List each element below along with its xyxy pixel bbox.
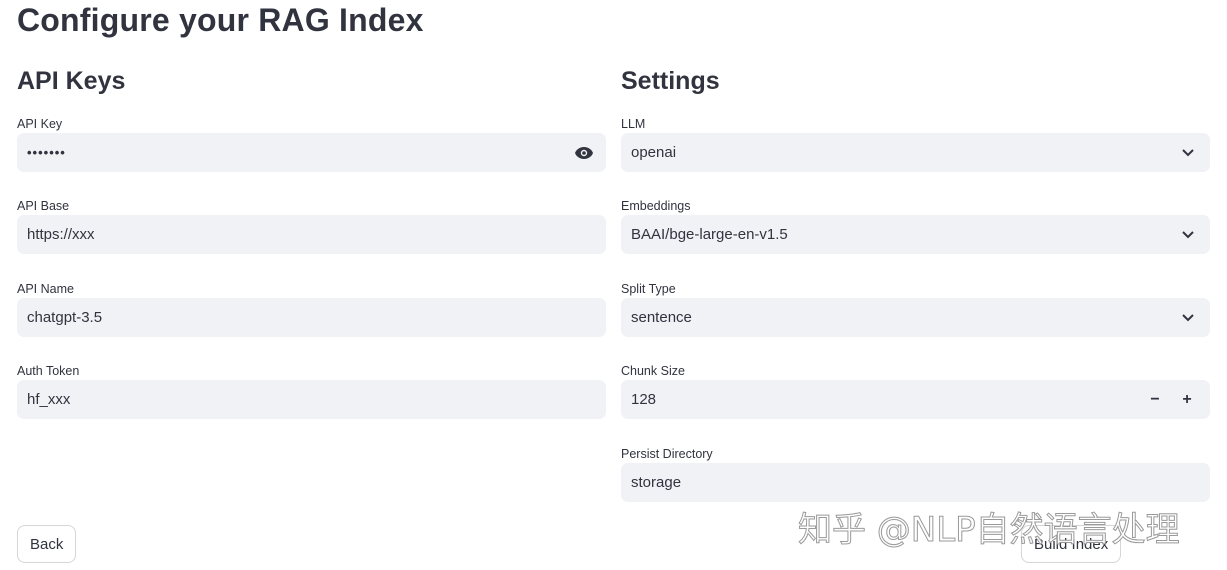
api-base-value: https://xxx [27,226,95,243]
chunk-size-value: 128 [631,391,657,408]
chevron-down-icon [1176,306,1200,330]
settings-section: Settings LLM openai Embeddings BAAI/bge-… [621,66,1210,502]
chevron-down-icon [1176,141,1200,165]
watermark: 知乎 @NLP自然语言处理 [798,510,1181,551]
back-button[interactable]: Back [17,525,77,563]
api-key-value: ••••••• [27,145,66,160]
llm-select[interactable]: openai [621,133,1210,172]
embeddings-value: BAAI/bge-large-en-v1.5 [631,226,788,243]
api-name-field: API Name chatgpt-3.5 [17,281,606,337]
build-index-button[interactable]: Build Index [1021,525,1122,563]
auth-token-field: Auth Token hf_xxx [17,363,606,419]
api-name-value: chatgpt-3.5 [27,309,103,326]
split-type-value: sentence [631,309,692,326]
api-key-input[interactable]: ••••••• [17,133,606,172]
persist-directory-label: Persist Directory [621,447,713,461]
settings-title: Settings [621,67,720,95]
page: Configure your RAG Index API Keys API Ke… [0,0,1227,570]
api-keys-section: API Keys API Key ••••••• API Base https:… [17,66,606,419]
chunk-size-stepper: − + [1142,387,1200,413]
embeddings-select[interactable]: BAAI/bge-large-en-v1.5 [621,215,1210,254]
api-keys-title: API Keys [17,67,126,95]
split-type-select[interactable]: sentence [621,298,1210,337]
chunk-size-label: Chunk Size [621,364,685,378]
chevron-down-icon [1176,223,1200,247]
api-name-label: API Name [17,282,74,296]
api-name-input[interactable]: chatgpt-3.5 [17,298,606,337]
embeddings-label: Embeddings [621,199,691,213]
api-base-field: API Base https://xxx [17,198,606,254]
llm-value: openai [631,144,677,161]
auth-token-label: Auth Token [17,364,80,378]
eye-icon[interactable] [572,141,596,165]
auth-token-value: hf_xxx [27,391,71,408]
split-type-label: Split Type [621,282,676,296]
chunk-size-input[interactable]: 128 − + [621,380,1210,419]
llm-label: LLM [621,117,646,131]
persist-directory-field: Persist Directory storage [621,446,1210,502]
chunk-size-field: Chunk Size 128 − + [621,363,1210,419]
auth-token-input[interactable]: hf_xxx [17,380,606,419]
persist-directory-value: storage [631,474,682,491]
api-base-label: API Base [17,199,70,213]
api-base-input[interactable]: https://xxx [17,215,606,254]
api-key-field: API Key ••••••• [17,116,606,172]
embeddings-field: Embeddings BAAI/bge-large-en-v1.5 [621,198,1210,254]
split-type-field: Split Type sentence [621,281,1210,337]
persist-directory-input[interactable]: storage [621,463,1210,502]
llm-field: LLM openai [621,116,1210,172]
page-title: Configure your RAG Index [17,2,424,38]
decrement-button[interactable]: − [1142,387,1168,413]
api-key-label: API Key [17,117,63,131]
increment-button[interactable]: + [1174,387,1200,413]
